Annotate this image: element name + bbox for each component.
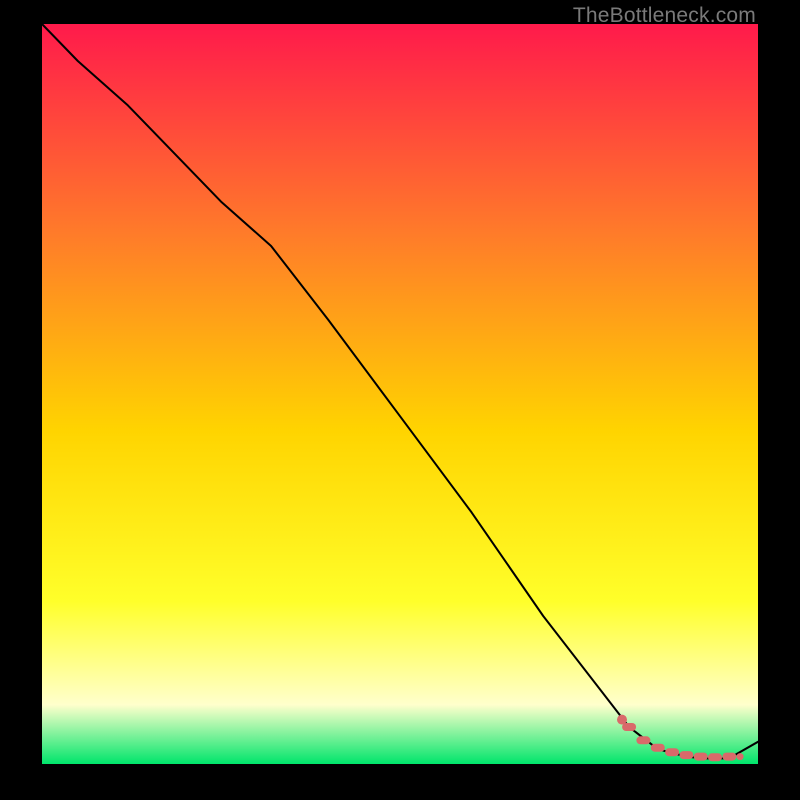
optimal-marker <box>636 736 650 744</box>
optimal-marker <box>622 723 636 731</box>
optimal-marker <box>665 748 679 756</box>
optimal-marker <box>651 744 665 752</box>
optimal-marker-end <box>737 753 744 760</box>
gradient-background <box>42 24 758 764</box>
chart-frame: TheBottleneck.com <box>0 0 800 800</box>
plot-area <box>42 24 758 764</box>
chart-svg <box>42 24 758 764</box>
optimal-marker <box>679 751 693 759</box>
optimal-marker <box>722 753 736 761</box>
optimal-marker <box>708 753 722 761</box>
optimal-marker <box>694 753 708 761</box>
